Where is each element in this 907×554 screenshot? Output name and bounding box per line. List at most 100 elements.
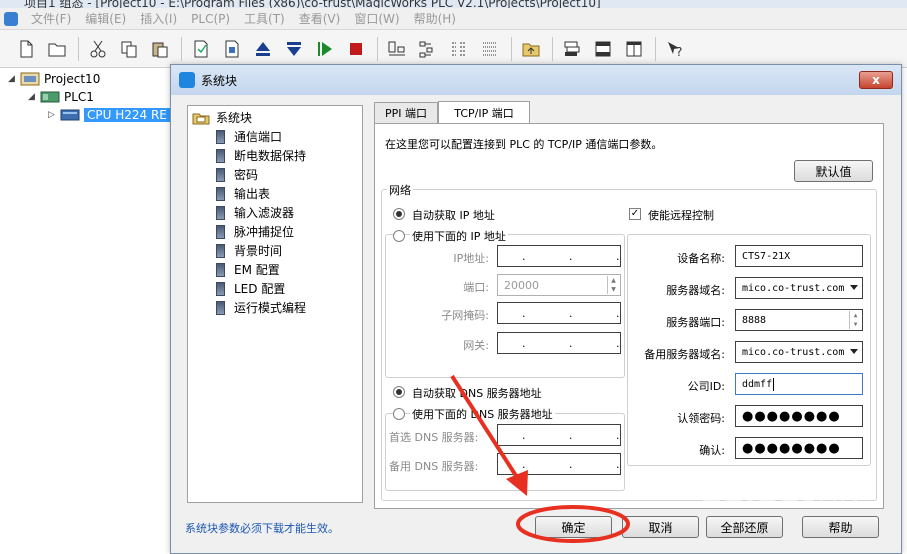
menu-insert[interactable]: 插入(I) (133, 10, 184, 27)
menu-file[interactable]: 文件(F) (24, 10, 78, 27)
auto-ip-radio[interactable] (393, 208, 405, 220)
paste-icon[interactable] (148, 37, 172, 61)
manual-dns-radio[interactable] (393, 408, 405, 420)
collapse-icon[interactable]: ◢ (28, 92, 40, 102)
menu-window[interactable]: 窗口(W) (347, 10, 406, 27)
gateway-field[interactable]: . . . (497, 332, 621, 354)
confirm-password-field[interactable]: ●●●●●●●● (735, 437, 863, 459)
menu-plc[interactable]: PLC(P) (184, 12, 237, 26)
stop-icon[interactable] (344, 37, 368, 61)
manual-ip-radio[interactable] (393, 230, 405, 242)
view1-icon[interactable] (385, 37, 409, 61)
alternate-dns-field[interactable]: . . . (497, 453, 621, 475)
dialog-app-icon (179, 72, 195, 88)
run-icon[interactable] (313, 37, 337, 61)
view3-icon[interactable] (447, 37, 471, 61)
help-icon[interactable]: ? (663, 37, 687, 61)
dialog-titlebar[interactable]: 系统块 (171, 65, 901, 95)
collapse-icon[interactable]: ◢ (8, 74, 20, 84)
tab-tcpip-port[interactable]: TCP/IP 端口 (438, 101, 530, 124)
edit-doc-icon[interactable] (189, 37, 213, 61)
toolbar-separator (78, 36, 79, 61)
tree-item-cpu[interactable]: ▷ CPU H224 RE (48, 106, 170, 124)
block-icon (216, 148, 225, 163)
device-name-field[interactable]: CTS7-21X (735, 245, 863, 267)
toolbar-separator (377, 36, 378, 61)
confirm-password-label: 确认: (699, 444, 725, 457)
default-values-label: 默认值 (815, 164, 852, 179)
block-icon (216, 243, 225, 258)
port-label: 端口: (463, 281, 489, 294)
side-item-comm-port[interactable]: 通信端口 (216, 127, 282, 146)
side-item-password[interactable]: 密码 (216, 165, 258, 184)
company-id-label: 公司ID: (687, 380, 725, 393)
chevron-down-icon[interactable] (850, 285, 858, 290)
menu-tools[interactable]: 工具(T) (237, 10, 292, 27)
restore-all-button[interactable]: 全部还原 (706, 516, 783, 538)
default-values-button[interactable]: 默认值 (794, 160, 873, 182)
side-item-pulse-catch[interactable]: 脉冲捕捉位 (216, 222, 294, 241)
device-name-label: 设备名称: (677, 252, 725, 265)
confirm-password-value: ●●●●●●●● (742, 440, 841, 456)
tab-ppi-port[interactable]: PPI 端口 (374, 102, 438, 124)
block-icon (216, 224, 225, 239)
side-item-output-table[interactable]: 输出表 (216, 184, 270, 203)
port-field[interactable]: 20000 ▲ ▼ (497, 274, 621, 296)
server-domain-select[interactable]: mico.co-trust.com (735, 277, 863, 299)
enable-remote-checkbox[interactable]: ✓ (629, 208, 641, 220)
side-item-background-time[interactable]: 背景时间 (216, 241, 282, 260)
layout3-icon[interactable] (622, 37, 646, 61)
company-id-field[interactable]: ddmff (735, 373, 863, 395)
device-name-value: CTS7-21X (742, 250, 791, 262)
tab-label: TCP/IP 端口 (454, 106, 514, 120)
cancel-button[interactable]: 取消 (622, 516, 699, 538)
intro-text: 在这里您可以配置连接到 PLC 的 TCP/IP 通信端口参数。 (385, 138, 663, 151)
upload-icon[interactable] (251, 37, 275, 61)
claim-password-value: ●●●●●●●● (742, 408, 841, 424)
server-port-field[interactable]: 8888 ▲ ▼ (735, 309, 863, 331)
chevron-down-icon[interactable] (850, 349, 858, 354)
copy-icon[interactable] (117, 37, 141, 61)
tree-item-plc[interactable]: ◢ PLC1 (28, 88, 94, 106)
view2-icon[interactable] (416, 37, 440, 61)
side-item-input-filter[interactable]: 输入滤波器 (216, 203, 294, 222)
close-button[interactable]: x (859, 71, 893, 89)
side-item-retentive[interactable]: 断电数据保持 (216, 146, 306, 165)
help-button[interactable]: 帮助 (802, 516, 879, 538)
folder-up-icon[interactable] (519, 37, 543, 61)
menu-view[interactable]: 查看(V) (292, 10, 348, 27)
download-icon[interactable] (282, 37, 306, 61)
edit-doc2-icon[interactable] (220, 37, 244, 61)
preferred-dns-field[interactable]: . . . (497, 424, 621, 446)
side-item-label: 输入滤波器 (234, 206, 295, 220)
menu-edit[interactable]: 编辑(E) (78, 10, 133, 27)
subnet-mask-field[interactable]: . . . (497, 302, 621, 324)
side-item-run-mode[interactable]: 运行模式编程 (216, 298, 306, 317)
menu-help[interactable]: 帮助(H) (407, 10, 463, 27)
company-id-value: ddmff (742, 378, 773, 390)
expand-icon[interactable]: ▷ (48, 110, 60, 120)
backup-domain-select[interactable]: mico.co-trust.com (735, 341, 863, 363)
claim-password-field[interactable]: ●●●●●●●● (735, 405, 863, 427)
side-item-em-config[interactable]: EM 配置 (216, 260, 280, 279)
view4-icon[interactable] (478, 37, 502, 61)
ip-address-field[interactable]: . . . (497, 245, 621, 267)
ok-button[interactable]: 确定 (535, 516, 612, 538)
new-file-icon[interactable] (14, 37, 38, 61)
cut-icon[interactable] (86, 37, 110, 61)
port-spinner-icon[interactable]: ▲ ▼ (607, 276, 619, 294)
network-group-label: 网络 (387, 182, 413, 198)
side-item-root[interactable]: 系统块 (192, 108, 252, 127)
tree-item-project[interactable]: ◢ Project10 (8, 70, 100, 88)
backup-domain-label: 备用服务器域名: (644, 348, 725, 361)
block-icon (216, 281, 225, 296)
open-folder-icon[interactable] (45, 37, 69, 61)
tab-label: PPI 端口 (384, 107, 427, 120)
toolbar-separator (181, 36, 182, 61)
side-item-led-config[interactable]: LED 配置 (216, 279, 285, 298)
layout2-icon[interactable] (591, 37, 615, 61)
manual-ip-label: 使用下面的 IP 地址 (410, 228, 508, 244)
auto-dns-radio[interactable] (393, 386, 405, 398)
server-port-spinner-icon[interactable]: ▲ ▼ (849, 311, 861, 329)
layout1-icon[interactable] (560, 37, 584, 61)
